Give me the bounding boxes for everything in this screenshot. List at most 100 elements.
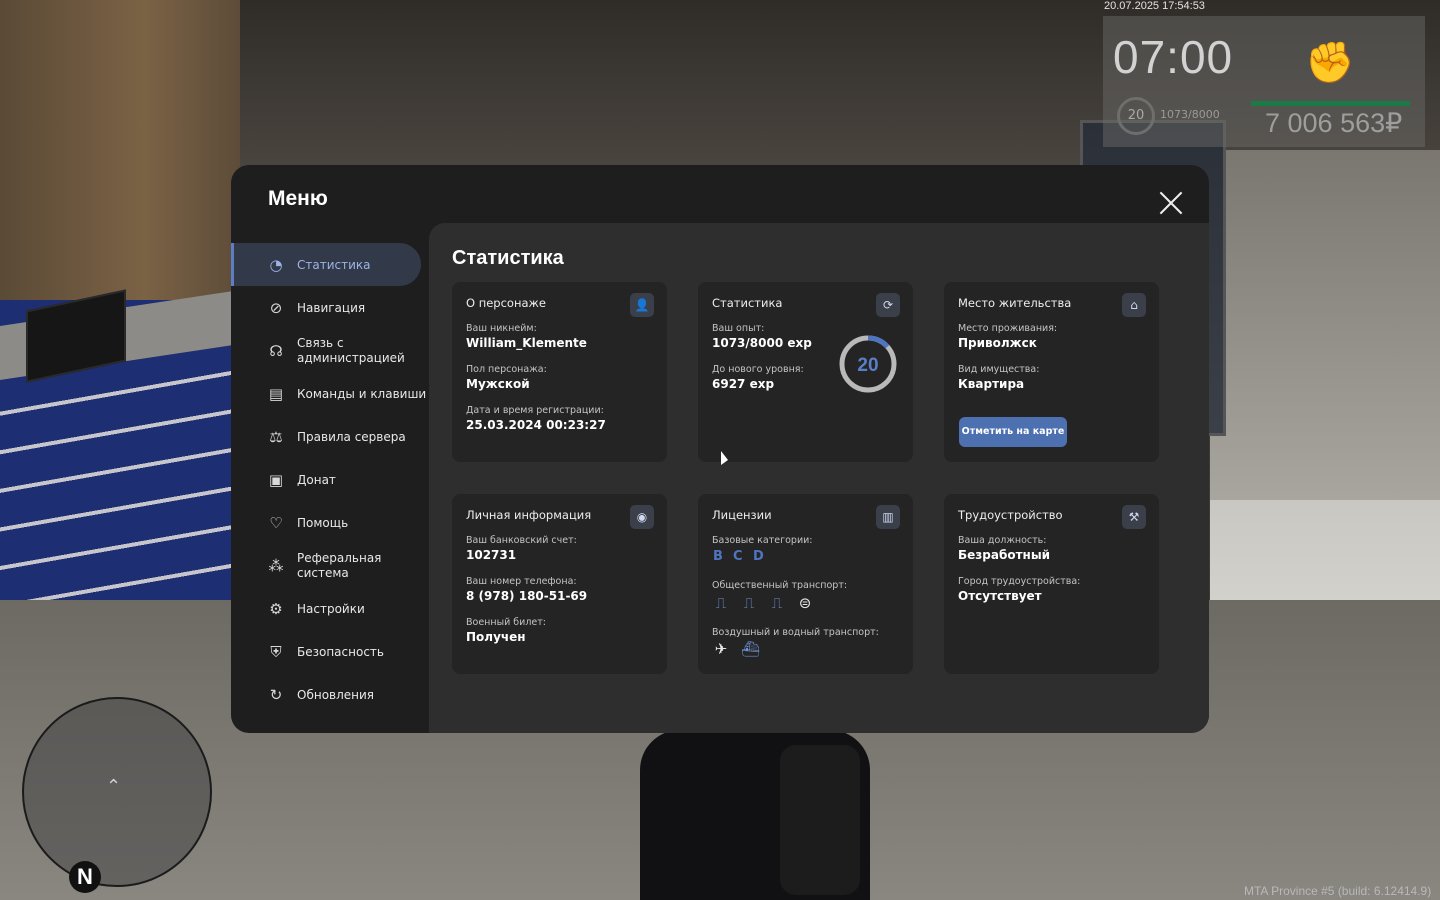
personal-info-card: Личная информация ◉ Ваш банковский счет:… [452,494,667,674]
level-number: 20 [857,355,878,376]
sidebar-item-updates[interactable]: ↻ Обновления [231,673,429,716]
home-icon: ⌂ [1122,293,1146,317]
gender-label: Пол персонажа: [466,364,547,375]
nickname-label: Ваш никнейм: [466,323,537,334]
base-categories-label: Базовые категории: [712,535,813,546]
gender-value: Мужской [466,377,530,391]
compass-north: N [69,861,101,893]
sidebar-item-statistics[interactable]: ◔ Статистика [231,243,421,286]
position-value: Безработный [958,548,1051,562]
card-title: Лицензии [712,508,772,522]
network-icon: ⁂ [268,556,284,575]
mouse-cursor [721,451,728,465]
wooden-wall [0,0,240,330]
next-level-value: 6927 exp [712,377,775,391]
sidebar-item-security[interactable]: ⛨ Безопасность [231,630,429,673]
menu-title: Меню [268,187,328,210]
sidebar-item-label: Статистика [297,257,371,272]
bus-icon: ⎍ [743,594,755,612]
build-info: MTA Province #5 (build: 6.12414.9) [1244,884,1432,898]
place-label: Место проживания: [958,323,1058,334]
public-transport-label: Общественный транспорт: [712,580,848,591]
sidebar-item-rules[interactable]: ⚖ Правила сервера [231,415,429,458]
card-title: Место жительства [958,296,1072,310]
phone-label: Ваш номер телефона: [466,576,577,587]
military-value: Получен [466,630,526,644]
sidebar-item-admin-contact[interactable]: ☊ Связь с администрацией [231,329,429,372]
sidebar-item-label: Реферальная система [297,550,382,580]
sidebar-item-commands[interactable]: ▤ Команды и клавиши [231,372,429,415]
category-b: B [713,549,723,564]
metro-icon: ⊜ [798,594,812,612]
residence-card: Место жительства ⌂ Место проживания: При… [944,282,1159,462]
sidebar-item-label: Настройки [297,601,365,616]
sidebar-item-label: Помощь [297,515,349,530]
content-panel: Статистика О персонаже 👤 Ваш никнейм: Wi… [429,223,1209,733]
player-arrow-icon: ⌃ [106,776,122,797]
property-value: Квартира [958,377,1025,391]
employment-card: Трудоустройство ⚒ Ваша должность: Безраб… [944,494,1159,674]
exp-label: Ваш опыт: [712,323,765,334]
card-title: Личная информация [466,508,592,522]
employment-city-label: Город трудоустройства: [958,576,1081,587]
trolleybus-icon: ⎍ [715,594,727,612]
category-d: D [753,549,764,564]
tram-icon: ⎍ [771,594,783,612]
id-card-icon: ▥ [876,505,900,529]
sidebar-item-settings[interactable]: ⚙ Настройки [231,587,429,630]
hud-datetime: 20.07.2025 17:54:53 [1104,0,1205,12]
card-title: Статистика [712,296,783,310]
character-card: О персонаже 👤 Ваш никнейм: William_Kleme… [452,282,667,462]
sidebar-item-navigation[interactable]: ⊘ Навигация [231,286,429,329]
user-icon: 👤 [630,293,654,317]
exp-value: 1073/8000 exp [712,336,812,350]
pie-chart-icon: ◔ [269,255,283,274]
headset-icon: ☊ [269,341,283,360]
card-title: Трудоустройство [958,508,1063,522]
hud-exp: 1073/8000 [1160,108,1220,121]
fist-icon: ✊ [1305,40,1355,86]
position-label: Ваша должность: [958,535,1047,546]
wallet-icon: ▣ [268,470,284,489]
phone-value: 8 (978) 180-51-69 [466,589,588,603]
profile-circle-icon: ◉ [630,505,654,529]
boat-icon: ⛴ [741,640,761,658]
sidebar-item-label: Донат [297,472,336,487]
property-label: Вид имущества: [958,364,1040,375]
licenses-card: Лицензии ▥ Базовые категории: B C D Обще… [698,494,913,674]
sidebar-item-donate[interactable]: ▣ Донат [231,458,429,501]
close-icon[interactable] [1158,190,1184,216]
air-water-transport-label: Воздушный и водный транспорт: [712,627,879,638]
nickname-value: William_Klemente [466,336,587,350]
refresh-check-icon: ↻ [269,685,283,704]
health-bar [1251,101,1410,106]
hallway [1210,150,1440,510]
sidebar-item-label: Команды и клавиши [297,386,427,401]
mark-on-map-button[interactable]: Отметить на карте [959,417,1067,447]
hammer-icon: ⚒ [1122,505,1146,529]
bank-value: 102731 [466,548,517,562]
heart-hand-icon: ♡ [269,513,283,532]
sidebar-nav: ◔ Статистика ⊘ Навигация ☊ Связь с админ… [231,243,429,716]
gear-icon: ⚙ [269,599,283,618]
public-transport-icons: ⎍ ⎍ ⎍ ⊜ [713,594,813,612]
card-title: О персонаже [466,296,546,310]
next-level-label: До нового уровня: [712,364,804,375]
shield-icon: ⛨ [270,642,282,661]
employment-city-value: Отсутствует [958,589,1042,603]
sidebar-item-help[interactable]: ♡ Помощь [231,501,429,544]
sidebar-item-referral[interactable]: ⁂ Реферальная система [231,544,429,587]
page-title: Статистика [452,247,564,269]
place-value: Приволжск [958,336,1037,350]
category-c: C [733,549,743,564]
hud-money: 7 006 563₽ [1265,108,1403,138]
player-bag [780,745,860,895]
sidebar-item-label: Обновления [297,687,375,702]
refresh-icon: ⟳ [876,293,900,317]
menu-window: Меню ◔ Статистика ⊘ Навигация ☊ Связь с … [231,165,1209,733]
registration-label: Дата и время регистрации: [466,405,604,416]
hud-level: 20 [1117,97,1155,135]
registration-value: 25.03.2024 00:23:27 [466,418,606,432]
sidebar-item-label: Связь с администрацией [297,335,405,365]
sidebar-item-label: Правила сервера [297,429,406,444]
